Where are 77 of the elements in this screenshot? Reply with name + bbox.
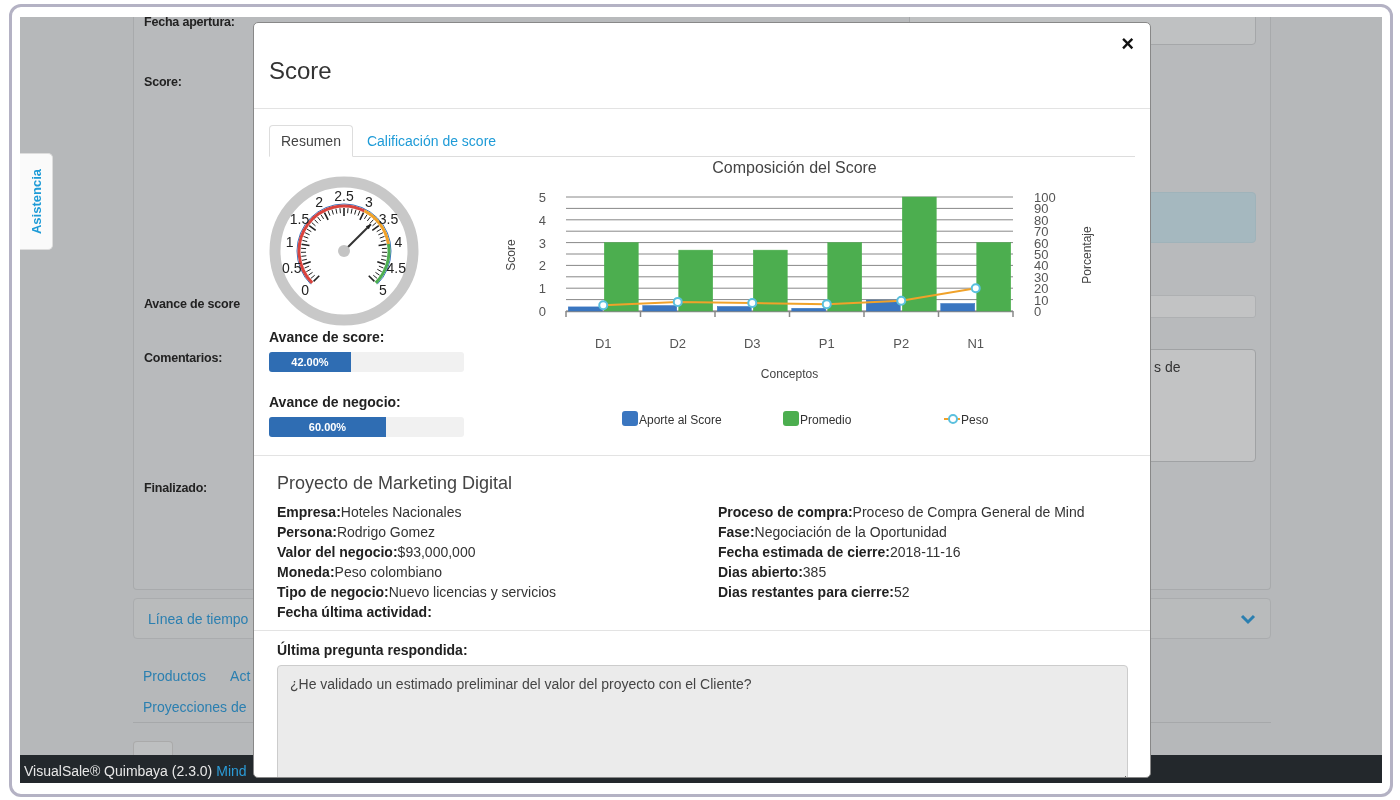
progress-label: Avance de negocio: [269,393,402,411]
chevron-down-icon[interactable] [1240,612,1256,625]
axis-label: 4 [538,212,546,228]
progress-reading: 60.00% [308,421,347,433]
data-point [970,283,981,294]
legend-label: Aporte al Score [639,413,722,427]
axis-label: P1 [818,336,835,351]
chart-title: Composición del Score [712,159,877,176]
legend-swatch [622,411,638,426]
tab[interactable]: Calificación de score [354,125,509,157]
field-label: Finalizado: [144,480,208,497]
axis-label: P2 [893,336,910,351]
data-point [747,298,758,308]
detail-text: Dias abierto:385 [718,563,828,582]
data-point [598,300,609,311]
close-button[interactable]: × [1117,32,1138,56]
comment-text: s de [1154,359,1181,375]
axis-label: 3 [538,235,546,251]
footer-text: VisualSale® Quimbaya (2.3.0) [24,762,213,779]
answer-box[interactable]: ¿He validado un estimado preliminar del valor del proyecto con el Cliente? [277,665,1128,777]
gauge-label: 0.5 [281,260,302,276]
detail-text: Fecha estimada de cierre:2018-11-16 [718,543,962,562]
detail-text: Valor del negocio:$93,000,000 [277,543,477,562]
nav-link[interactable]: Proyecciones de [143,698,247,715]
detail-text: Persona:Rodrigo Gomez [277,523,436,542]
gauge-label: 3.5 [378,210,399,227]
axis-label: D2 [669,336,687,351]
data-point [672,296,683,307]
detail-text: Moneda:Peso colombiano [277,563,443,582]
field-label: Score: [144,74,182,91]
axis-label: 1 [538,281,546,297]
detail-text: Fecha última actividad: [277,603,433,622]
detail-text: Fase:Negociación de la Oportunidad [718,523,948,542]
gauge-label: 1.5 [289,210,310,227]
axis-title: Score [504,239,518,271]
gauge-label: 2 [315,194,323,210]
dialog-title: Score [269,57,333,85]
detail-text: Tipo de negocio:Nuevo licencias y servicios [277,583,558,602]
project-title: Proyecto de Marketing Digital [277,472,514,494]
gauge-label: 5 [379,281,387,298]
data-point [821,299,832,310]
timeline-label: Línea de tiempo [148,610,249,627]
axis-title: Conceptos [760,367,819,381]
progress-label: Avance de score: [269,328,386,346]
small-button[interactable] [133,741,173,755]
axis-label: D3 [743,336,761,351]
question-label: Última pregunta respondida: [277,641,469,659]
axis-label: 2 [538,258,546,274]
legend-swatch [943,414,961,424]
field-label: Comentarios: [144,350,223,367]
legend-swatch [783,411,799,426]
axis-label: N1 [967,336,985,351]
needle-hub [338,245,350,257]
gauge-label: 0 [301,281,309,298]
progress-reading: 42.00% [291,356,329,368]
axis-label: D1 [594,336,612,351]
nav-link[interactable]: Productos [143,667,207,684]
data-point [896,295,907,306]
detail-text: Empresa:Hoteles Nacionales [277,503,463,522]
gauge-label: 1 [285,234,294,251]
nav-link[interactable]: Act [230,667,251,684]
footer-link[interactable]: Mind [216,762,247,779]
field-label: Fecha apertura: [144,17,235,31]
assistance-tab[interactable]: Asistencia [20,153,53,250]
legend-label: Peso [961,413,989,427]
axis-title: Porcentaje [1080,226,1094,284]
detail-text: Dias restantes para cierre:52 [718,583,911,602]
gauge-label: 2.5 [334,188,354,204]
field-label: Avance de score [144,296,240,313]
gauge-label: 4.5 [386,260,407,276]
detail-text: Proceso de compra:Proceso de Compra General de Mind [718,503,1086,522]
legend-label: Promedio [800,413,852,427]
axis-label: 0 [538,304,546,319]
gauge-label: 3 [365,194,373,210]
gauge-label: 4 [394,234,403,251]
axis-label: 5 [538,190,546,205]
tab[interactable]: Resumen [269,125,353,157]
